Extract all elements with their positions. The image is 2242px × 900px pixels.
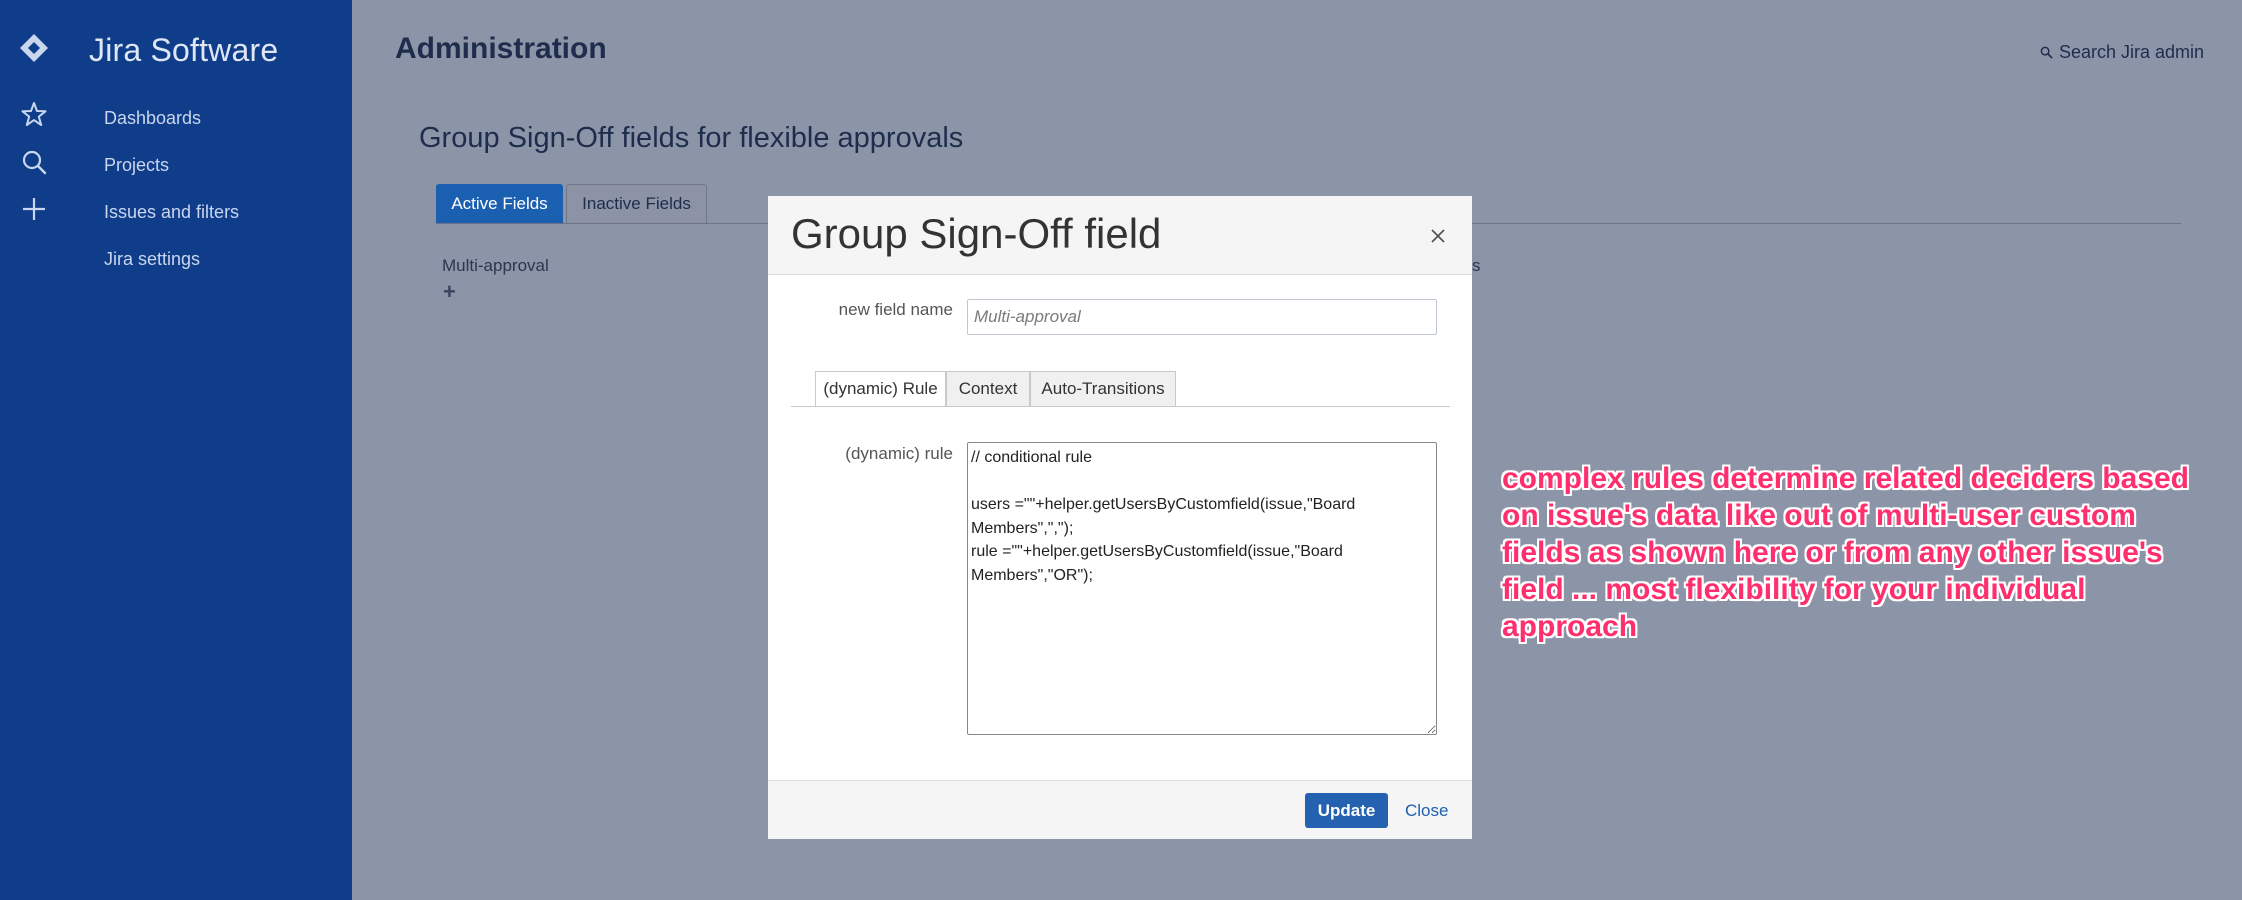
- page-title: Administration: [395, 32, 607, 65]
- search-admin-link[interactable]: Search Jira admin: [2040, 42, 2204, 63]
- update-button[interactable]: Update: [1305, 793, 1388, 828]
- dialog-title: Group Sign-Off field: [791, 210, 1162, 257]
- close-link[interactable]: Close: [1405, 801, 1448, 821]
- close-icon[interactable]: [1427, 225, 1449, 247]
- sidebar-item-projects[interactable]: Projects: [104, 155, 169, 176]
- plus-icon[interactable]: [20, 195, 48, 223]
- sidebar-item-jira-settings[interactable]: Jira settings: [104, 249, 200, 270]
- sidebar-item-issues-and-filters[interactable]: Issues and filters: [104, 202, 239, 223]
- dialog-header: Group Sign-Off field: [768, 196, 1472, 275]
- group-sign-off-dialog: Group Sign-Off field new field name (dyn…: [768, 196, 1472, 839]
- tab-active-fields[interactable]: Active Fields: [436, 184, 563, 224]
- sidebar-item-dashboards[interactable]: Dashboards: [104, 108, 201, 129]
- search-icon[interactable]: [20, 148, 48, 176]
- new-field-name-input[interactable]: [967, 299, 1437, 335]
- tab-dynamic-rule[interactable]: (dynamic) Rule: [815, 371, 946, 407]
- new-field-name-label: new field name: [838, 300, 953, 319]
- star-icon[interactable]: [20, 100, 48, 128]
- dialog-footer: Update Close: [768, 780, 1472, 839]
- add-field-button[interactable]: +: [443, 279, 456, 305]
- annotation-callout: complex rules determine related deciders…: [1502, 462, 2189, 643]
- dynamic-rule-label: (dynamic) rule: [845, 444, 953, 463]
- tab-inactive-fields[interactable]: Inactive Fields: [566, 184, 707, 224]
- brand-name: Jira Software: [89, 32, 279, 68]
- search-icon: [2040, 46, 2053, 59]
- field-name-multi-approval[interactable]: Multi-approval: [442, 256, 549, 276]
- tab-context[interactable]: Context: [946, 371, 1030, 407]
- section-title: Group Sign-Off fields for flexible appro…: [419, 122, 964, 154]
- tab-auto-transitions[interactable]: Auto-Transitions: [1030, 371, 1176, 407]
- sidebar: Jira Software Dashboards Projects Issues…: [0, 0, 352, 900]
- search-admin-label: Search Jira admin: [2059, 42, 2205, 62]
- dynamic-rule-textarea[interactable]: [967, 442, 1437, 735]
- dialog-tabs-divider: [791, 406, 1450, 407]
- partial-column-label: s: [1472, 256, 1481, 275]
- jira-logo-icon[interactable]: [18, 32, 50, 64]
